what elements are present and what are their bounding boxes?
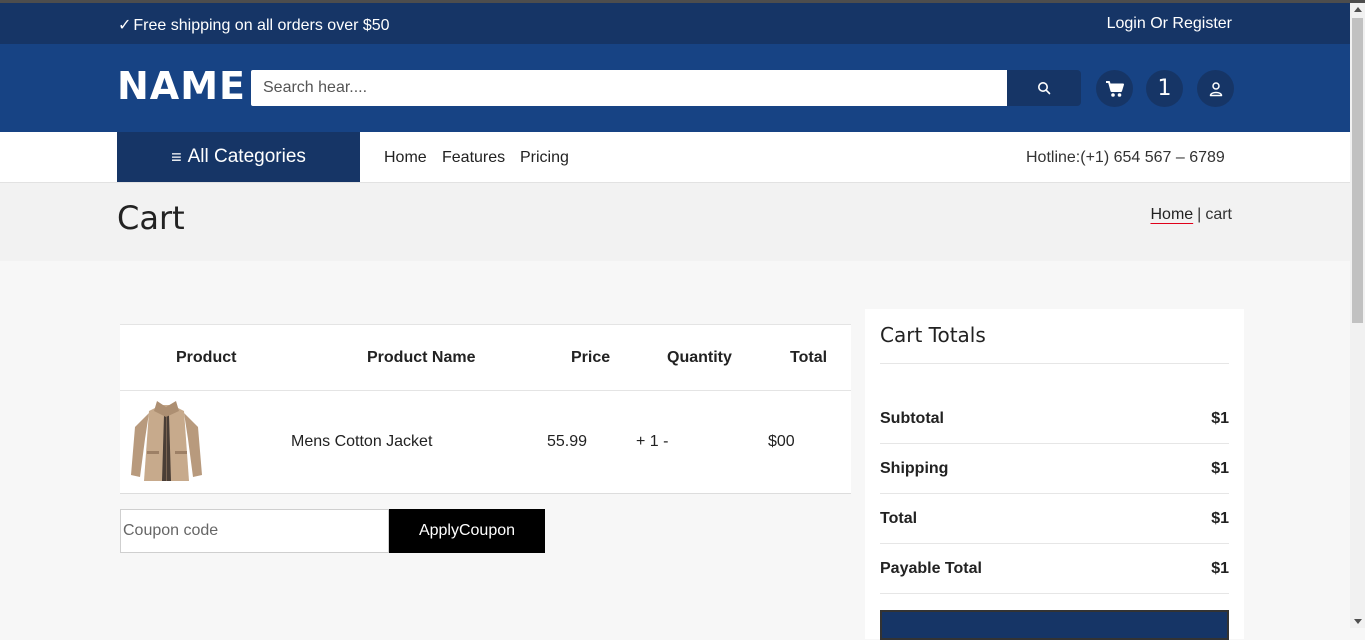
shipping-value: $1: [1211, 460, 1229, 477]
breadcrumb-separator: |: [1197, 206, 1202, 223]
subtotal-value: $1: [1211, 410, 1229, 427]
jacket-image[interactable]: [121, 393, 212, 491]
totals-row-payable: Payable Total $1: [880, 543, 1229, 594]
shipping-text: Free shipping on all orders over $50: [133, 17, 390, 34]
apply-coupon-button[interactable]: ApplyCoupon: [389, 509, 545, 553]
search-icon: [1038, 82, 1051, 95]
cart-item-total: $00: [768, 433, 795, 450]
cart-table: Product Product Name Price Quantity Tota…: [120, 324, 851, 494]
totals-row-subtotal: Subtotal $1: [880, 393, 1229, 444]
search-button[interactable]: [1007, 70, 1081, 106]
payable-total-value: $1: [1211, 560, 1229, 577]
page-title-band: Cart Home | cart: [0, 183, 1350, 261]
cart-table-header: Product Product Name Price Quantity Tota…: [120, 325, 851, 391]
header-price: Price: [571, 349, 611, 366]
account-button[interactable]: [1197, 70, 1234, 107]
top-bar: ✓ Free shipping on all orders over $50 Lo…: [0, 3, 1350, 44]
page-title: Cart: [117, 199, 185, 237]
header-total: Total: [790, 349, 828, 366]
all-categories-label: All Categories: [187, 146, 306, 167]
total-value: $1: [1211, 510, 1229, 527]
table-row: Mens Cotton Jacket 55.99 + 1 - $00: [120, 391, 851, 494]
search-input[interactable]: [251, 70, 1007, 106]
totals-row-total: Total $1: [880, 493, 1229, 544]
cart-button[interactable]: [1096, 70, 1133, 107]
cart-totals-panel: Cart Totals Subtotal $1 Shipping $1 Tota…: [865, 309, 1244, 640]
payable-total-label: Payable Total: [880, 560, 982, 577]
user-icon: [1209, 81, 1222, 96]
page-scrollbar[interactable]: [1350, 3, 1365, 628]
cart-item-price: 55.99: [547, 433, 588, 450]
check-icon: ✓: [118, 17, 132, 34]
hotline: Hotline:(+1) 654 567 – 6789: [1026, 149, 1225, 166]
subtotal-label: Subtotal: [880, 410, 944, 427]
cart-item-name: Mens Cotton Jacket: [291, 433, 433, 450]
quantity-stepper[interactable]: + 1 -: [636, 433, 668, 451]
site-logo[interactable]: NAME: [117, 64, 246, 108]
cart-icon: [1105, 80, 1124, 97]
shipping-label: Shipping: [880, 460, 949, 477]
breadcrumb-home-link[interactable]: Home: [1150, 206, 1193, 223]
nav-link-home[interactable]: Home: [384, 149, 427, 167]
nav-link-pricing[interactable]: Pricing: [520, 149, 569, 167]
header-product: Product: [176, 349, 237, 366]
total-label: Total: [880, 510, 918, 527]
divider: [880, 363, 1229, 364]
cart-totals-title: Cart Totals: [880, 323, 986, 347]
scrollbar-thumb[interactable]: [1352, 18, 1363, 323]
main-navbar: ≡ All Categories Home Features Pricing Ho…: [0, 132, 1350, 183]
site-header: NAME 1: [0, 44, 1350, 132]
free-shipping-notice: ✓ Free shipping on all orders over $50: [118, 15, 390, 35]
totals-row-shipping: Shipping $1: [880, 443, 1229, 494]
scroll-down-arrow-icon[interactable]: [1354, 619, 1362, 624]
breadcrumb: Home | cart: [1150, 206, 1232, 224]
breadcrumb-current: cart: [1205, 206, 1232, 223]
checkout-button[interactable]: [880, 610, 1229, 640]
nav-link-features[interactable]: Features: [442, 149, 505, 167]
menu-icon: ≡: [171, 146, 182, 167]
coupon-code-input[interactable]: [120, 509, 389, 553]
scroll-up-arrow-icon[interactable]: [1354, 7, 1362, 12]
header-quantity: Quantity: [667, 349, 732, 366]
all-categories-button[interactable]: ≡ All Categories: [117, 132, 360, 182]
login-register-link[interactable]: Login Or Register: [1107, 15, 1232, 33]
cart-count-badge[interactable]: 1: [1146, 70, 1183, 107]
header-product-name: Product Name: [367, 349, 476, 366]
